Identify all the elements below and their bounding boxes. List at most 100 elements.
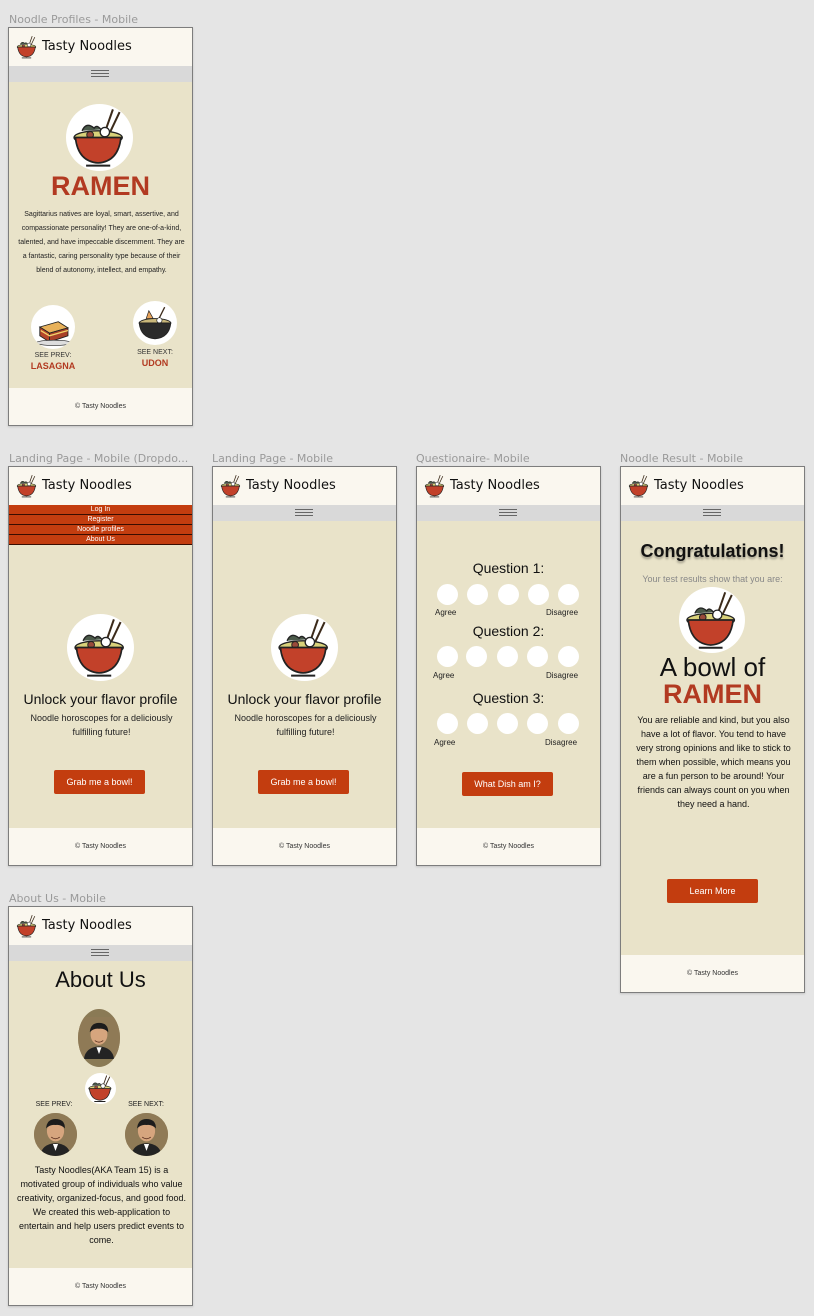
disagree-label: Disagree xyxy=(545,738,578,747)
about-description: Tasty Noodles(AKA Team 15) is a motivate… xyxy=(17,1165,186,1245)
agree-label: Agree xyxy=(433,671,455,680)
disagree-label: Disagree xyxy=(546,608,579,617)
frame-label-result: Noodle Result - Mobile xyxy=(620,452,744,465)
menu-item-register[interactable]: Register xyxy=(9,515,192,525)
next-member-avatar[interactable] xyxy=(125,1113,168,1156)
q1-option-5[interactable] xyxy=(558,584,579,605)
profile-title: RAMEN xyxy=(51,171,150,201)
prev-member-avatar[interactable] xyxy=(34,1113,77,1156)
ramen-bowl-icon[interactable] xyxy=(14,473,40,499)
frame-about-us: Tasty Noodles About Us SEE PREV: SEE NEX… xyxy=(8,906,193,1306)
ramen-bowl-icon xyxy=(67,614,134,681)
ramen-bowl-icon[interactable] xyxy=(218,473,244,499)
header: Tasty Noodles xyxy=(417,467,600,505)
team-member-photo xyxy=(78,1009,120,1067)
frame-label-landing: Landing Page - Mobile xyxy=(212,452,334,465)
hamburger-menu-icon[interactable] xyxy=(295,507,313,519)
see-next-link[interactable]: UDON xyxy=(127,358,183,368)
ramen-bowl-icon[interactable] xyxy=(14,34,40,60)
landing-headline: Unlock your flavor profile xyxy=(23,691,178,707)
question-3-title: Question 3: xyxy=(472,690,545,706)
q2-option-4[interactable] xyxy=(527,646,548,667)
footer: © Tasty Noodles xyxy=(9,388,192,425)
q3-option-4[interactable] xyxy=(527,713,548,734)
q3-option-5[interactable] xyxy=(558,713,579,734)
lasagna-icon[interactable] xyxy=(31,305,75,349)
disagree-label: Disagree xyxy=(546,671,579,680)
congrats-heading: Congratulations! xyxy=(640,541,785,561)
q1-option-3[interactable] xyxy=(498,584,519,605)
landing-headline: Unlock your flavor profile xyxy=(227,691,382,707)
q2-option-3[interactable] xyxy=(497,646,518,667)
frame-noodle-result: Tasty Noodles Congratulations! Your test… xyxy=(620,466,805,993)
ramen-bowl-icon[interactable] xyxy=(422,473,448,499)
about-title: About Us xyxy=(55,967,146,992)
menu-bar xyxy=(9,945,192,961)
grab-bowl-button[interactable]: Grab me a bowl! xyxy=(258,770,349,794)
hamburger-menu-icon[interactable] xyxy=(703,507,721,519)
hamburger-menu-icon[interactable] xyxy=(499,507,517,519)
see-next-caption: SEE NEXT: xyxy=(137,349,173,356)
footer: © Tasty Noodles xyxy=(417,828,600,865)
frame-label-about: About Us - Mobile xyxy=(9,892,106,905)
header: Tasty Noodles xyxy=(9,907,192,945)
result-description: You are reliable and kind, but you also … xyxy=(636,715,791,809)
result-subtitle: Your test results show that you are: xyxy=(642,574,783,584)
frame-label-profiles: Noodle Profiles - Mobile xyxy=(9,13,138,26)
frame-questionnaire: Tasty Noodles Question 1: Agree Disagree… xyxy=(416,466,601,866)
menu-item-noodle-profiles[interactable]: Noodle profiles xyxy=(9,525,192,535)
frame-landing-dropdown: Tasty Noodles Log In Register Noodle pro… xyxy=(8,466,193,866)
see-prev-caption: SEE PREV: xyxy=(34,352,72,359)
profile-description: Sagittarius natives are loyal, smart, as… xyxy=(18,211,185,274)
ramen-bowl-icon xyxy=(271,614,338,681)
menu-bar xyxy=(9,66,192,82)
brand-name[interactable]: Tasty Noodles xyxy=(42,39,132,54)
menu-item-login[interactable]: Log In xyxy=(9,505,192,515)
question-2-title: Question 2: xyxy=(472,623,545,639)
brand-name[interactable]: Tasty Noodles xyxy=(654,478,744,493)
menu-bar xyxy=(417,505,600,521)
see-prev-link[interactable]: LASAGNA xyxy=(25,361,81,371)
frame-noodle-profiles: Tasty Noodles RAMEN Sagittarius natives … xyxy=(8,27,193,426)
see-next-caption: SEE NEXT: xyxy=(128,1101,164,1108)
q2-option-2[interactable] xyxy=(466,646,487,667)
header: Tasty Noodles xyxy=(9,28,192,66)
landing-subtitle: Noodle horoscopes for a deliciously fulf… xyxy=(30,713,173,737)
menu-bar xyxy=(213,505,396,521)
landing-subtitle: Noodle horoscopes for a deliciously fulf… xyxy=(234,713,377,737)
menu-item-about-us[interactable]: About Us xyxy=(9,535,192,545)
dropdown-menu: Log In Register Noodle profiles About Us xyxy=(9,505,192,545)
hamburger-menu-icon[interactable] xyxy=(91,947,109,959)
footer: © Tasty Noodles xyxy=(9,1268,192,1305)
brand-name[interactable]: Tasty Noodles xyxy=(246,478,336,493)
agree-label: Agree xyxy=(434,738,456,747)
ramen-bowl-icon[interactable] xyxy=(14,913,40,939)
q2-option-1[interactable] xyxy=(437,646,458,667)
agree-label: Agree xyxy=(435,608,457,617)
learn-more-button[interactable]: Learn More xyxy=(667,879,758,903)
udon-bowl-icon[interactable] xyxy=(133,301,177,345)
grab-bowl-button[interactable]: Grab me a bowl! xyxy=(54,770,145,794)
q3-option-2[interactable] xyxy=(467,713,488,734)
brand-name[interactable]: Tasty Noodles xyxy=(42,918,132,933)
q2-option-5[interactable] xyxy=(558,646,579,667)
q1-option-2[interactable] xyxy=(467,584,488,605)
menu-bar xyxy=(621,505,804,521)
see-prev-caption: SEE PREV: xyxy=(35,1101,73,1108)
question-1-title: Question 1: xyxy=(472,560,545,576)
ramen-bowl-icon[interactable] xyxy=(626,473,652,499)
brand-name[interactable]: Tasty Noodles xyxy=(42,478,132,493)
footer: © Tasty Noodles xyxy=(9,828,192,865)
header: Tasty Noodles xyxy=(621,467,804,505)
q1-option-1[interactable] xyxy=(437,584,458,605)
ramen-bowl-icon xyxy=(66,104,133,171)
q1-option-4[interactable] xyxy=(528,584,549,605)
hamburger-menu-icon[interactable] xyxy=(91,68,109,80)
brand-name[interactable]: Tasty Noodles xyxy=(450,478,540,493)
result-line-2: RAMEN xyxy=(663,679,762,709)
q3-option-3[interactable] xyxy=(497,713,518,734)
q3-option-1[interactable] xyxy=(437,713,458,734)
what-dish-button[interactable]: What Dish am I? xyxy=(462,772,553,796)
frame-label-landing-dropdown: Landing Page - Mobile (Dropdo... xyxy=(9,452,189,465)
footer: © Tasty Noodles xyxy=(621,955,804,992)
